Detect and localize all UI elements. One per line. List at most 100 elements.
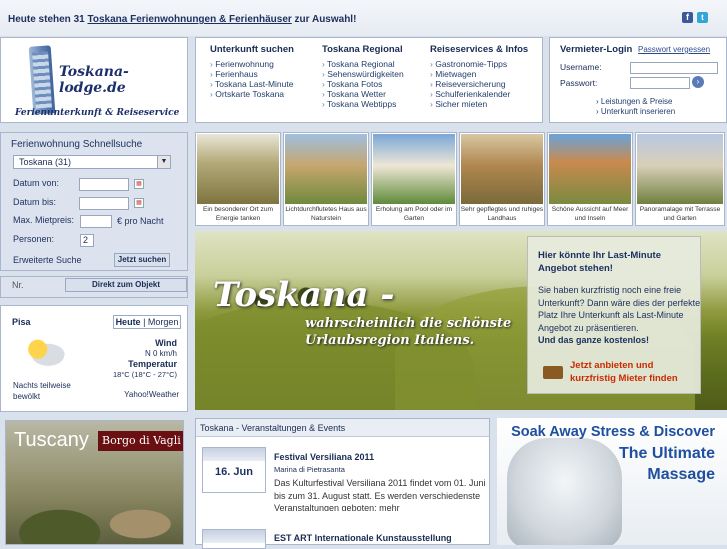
nav-link[interactable]: Toskana Fotos [322,79,404,89]
hero-subtitle: wahrscheinlich die schönste Urlaubsregion… [305,315,511,349]
today-tab[interactable]: Heute [116,317,141,327]
logo-tagline: Ferienunterkunft & Reiseservice [15,108,180,118]
password-label: Passwort: [560,78,598,88]
event-place: Marina di Pietrasanta [274,465,345,474]
weather-credit[interactable]: Yahoo!Weather [124,390,179,399]
tower-logo-icon [28,45,56,115]
nav-heading: Reiseservices & Infos [430,44,529,55]
last-minute-box: Hier könnte Ihr Last-Minute Angebot steh… [527,236,701,394]
ad-line: The Ultimate [618,445,715,462]
login-link[interactable]: Leistungen & Preise [596,97,673,106]
calendar-icon[interactable]: ▦ [134,179,144,189]
direct-object-panel: Nr. Direkt zum Objekt [0,276,188,298]
tuscany-ad[interactable]: Tuscany Borgo di Vagli [5,420,184,545]
logo-panel[interactable]: Toskana-lodge.de Ferienunterkunft & Reis… [0,37,188,123]
suitcase-icon [543,366,563,379]
hero-subtitle-line: wahrscheinlich die schönste [305,316,512,331]
event-date-box [202,529,266,549]
nav-link[interactable]: Toskana Webtipps [322,99,404,109]
property-card[interactable]: Lichtdurchflutetes Haus aus Naturstein [283,132,369,226]
nav-heading: Unterkunft suchen [210,44,294,55]
nav-link[interactable]: Mietwagen [430,69,528,79]
nav-link[interactable]: Sicher mieten [430,99,528,109]
login-link[interactable]: Unterkunft inserieren [596,107,675,116]
property-card[interactable]: Schöne Aussicht auf Meer und Inseln [547,132,633,226]
nav-link[interactable]: Reiseversicherung [430,79,528,89]
property-caption: Erholung am Pool oder im Garten [375,206,453,222]
nav-link[interactable]: Gastronomie-Tipps [430,59,528,69]
nav-link[interactable]: Toskana Regional [322,59,404,69]
day-toggle: Heute | Morgen [113,315,181,329]
nav-link[interactable]: Toskana Last-Minute [210,79,294,89]
nav-link[interactable]: Ortskarte Toskana [210,89,294,99]
last-minute-cta[interactable]: Jetzt anbieten und kurzfristig Mieter fi… [570,359,700,385]
property-caption: Panoramalage mit Terrasse und Garten [639,206,721,222]
availability-message: Heute stehen 31 Toskana Ferienwohnungen … [8,14,356,25]
property-photo [197,134,279,204]
object-number-input[interactable]: Nr. [12,280,44,294]
nav-link[interactable]: Sehenswürdigkeiten [322,69,404,79]
logo-name: Toskana-lodge.de [59,64,129,96]
persons-input[interactable]: 2 [80,234,94,247]
persons-label: Personen: [13,234,55,244]
calendar-icon [203,530,265,543]
password-input[interactable] [630,77,690,89]
event-title[interactable]: EST ART Internationale Kunstausstellung [274,533,452,543]
hero-title: Toskana - [213,275,395,315]
property-card[interactable]: Sehr gepflegtes und ruhiges Landhaus [459,132,545,226]
date-from-label: Datum von: [13,178,60,188]
ad-headline: Soak Away Stress & Discover [511,424,715,440]
nav-column: Reiseservices & Infos Gastronomie-Tipps … [430,44,528,109]
twitter-icon[interactable]: t [697,12,708,23]
property-card[interactable]: Erholung am Pool oder im Garten [371,132,457,226]
property-caption: Lichtdurchflutetes Haus aus Naturstein [285,206,367,222]
login-submit-icon[interactable]: › [692,76,704,88]
last-minute-text: Sie haben kurzfristig noch eine freie Un… [538,284,702,347]
temperature-label: Temperatur [128,359,177,369]
property-caption: Schöne Aussicht auf Meer und Inseln [551,206,629,222]
extended-search-link[interactable]: Erweiterte Suche [13,255,82,265]
last-minute-heading: Hier könnte Ihr Last-Minute Angebot steh… [538,250,661,274]
nav-column: Toskana Regional Toskana Regional Sehens… [322,44,404,109]
property-card[interactable]: Ein besonderer Ort zum Energie tanken [195,132,281,226]
top-bar: Heute stehen 31 Toskana Ferienwohnungen … [0,0,727,36]
login-title: Vermieter-Login [560,44,633,55]
nav-link[interactable]: Ferienwohnung [210,59,294,69]
username-input[interactable] [630,62,718,74]
availability-link[interactable]: Toskana Ferienwohnungen & Ferienhäuser [87,14,291,25]
nav-link[interactable]: Schulferienkalender [430,89,528,99]
date-to-label: Datum bis: [13,197,57,207]
nav-link[interactable]: Toskana Wetter [322,89,404,99]
property-card[interactable]: Panoramalage mit Terrasse und Garten [635,132,725,226]
wind-value: N 0 km/h [144,349,177,358]
date-to-input[interactable] [79,197,129,210]
facebook-icon[interactable]: f [682,12,693,23]
event-date-box: 16. Jun [202,447,266,493]
ad-landscape [6,461,183,544]
featured-properties: Ein besonderer Ort zum Energie tanken Li… [195,132,727,227]
search-button[interactable]: Jetzt suchen [114,253,170,267]
username-label: Username: [560,62,602,72]
calendar-icon[interactable]: ▦ [134,198,144,208]
date-from-input[interactable] [79,178,129,191]
availability-prefix: Heute stehen 31 [8,14,88,25]
events-panel: Toskana - Veranstaltungen & Events 16. J… [195,418,490,549]
calendar-icon [203,448,265,461]
region-select[interactable]: Toskana (31) [13,155,171,169]
availability-suffix: zur Auswahl! [291,14,357,25]
tomorrow-tab[interactable]: Morgen [148,317,179,327]
property-photo [549,134,631,204]
partly-cloudy-icon [23,338,65,366]
forgot-password-link[interactable]: Passwort vergessen [638,45,710,54]
massage-ad[interactable]: Soak Away Stress & Discover The Ultimate… [497,418,727,545]
property-caption: Sehr gepflegtes und ruhiges Landhaus [460,206,544,222]
max-price-input[interactable] [80,215,112,228]
event-title[interactable]: Festival Versiliana 2011 [274,452,374,462]
hot-tub-image [507,438,622,545]
property-photo [461,134,543,204]
quick-search-panel: Ferienwohnung Schnellsuche Toskana (31) … [0,132,188,271]
direct-object-button[interactable]: Direkt zum Objekt [65,278,187,292]
landlord-login-panel: Vermieter-Login Passwort vergessen Usern… [549,37,727,123]
nav-link[interactable]: Ferienhaus [210,69,294,79]
events-heading: Toskana - Veranstaltungen & Events [196,419,489,437]
